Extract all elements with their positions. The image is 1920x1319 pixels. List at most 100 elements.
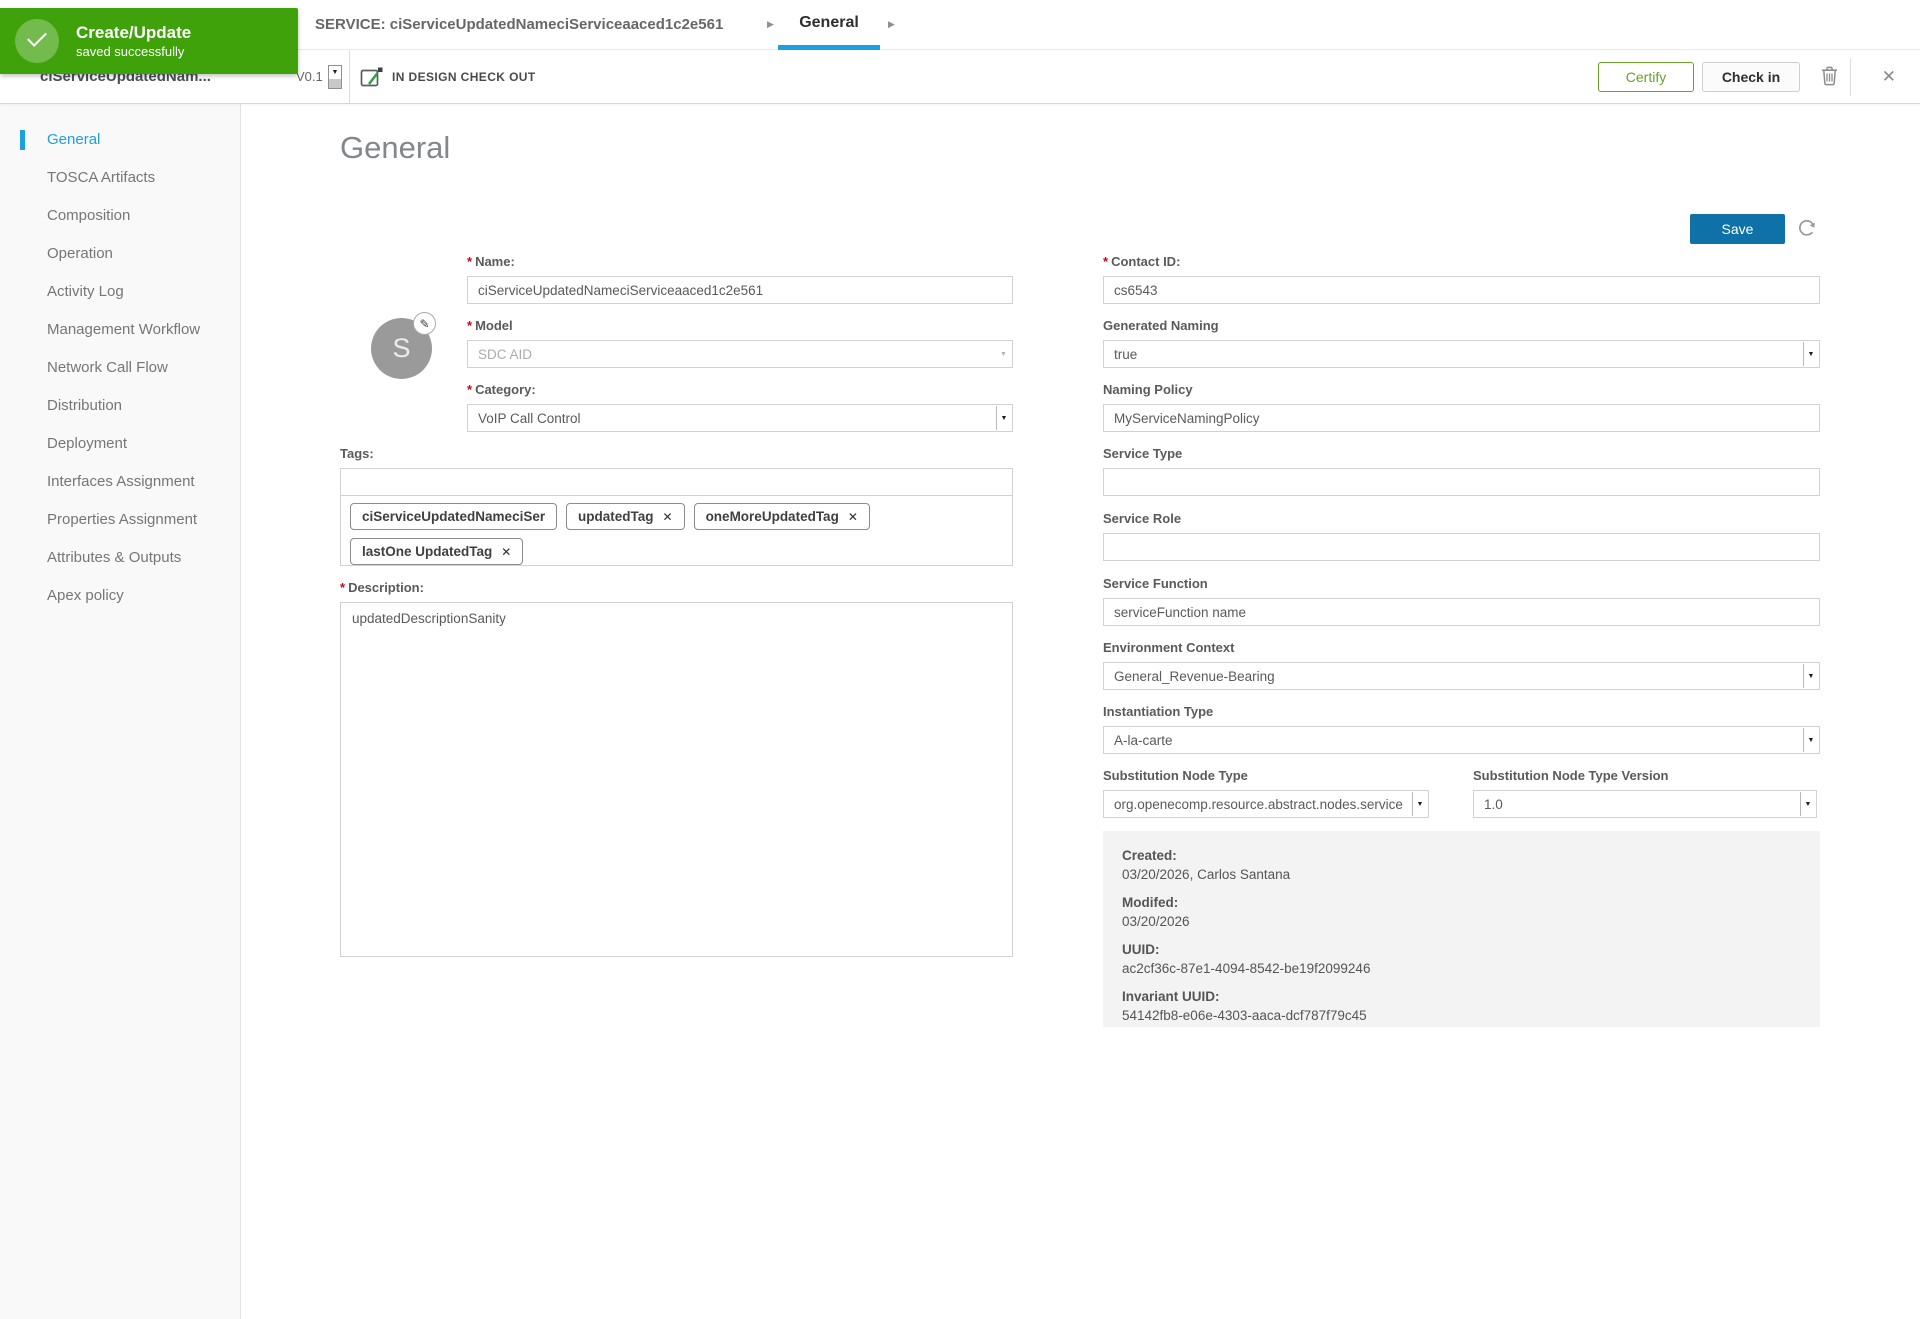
substitution-node-type-version-label: Substitution Node Type Version: [1473, 768, 1669, 783]
naming-policy-label: Naming Policy: [1103, 382, 1193, 397]
sidebar: General TOSCA Artifacts Composition Oper…: [0, 104, 241, 1319]
substitution-node-type-field-group: Substitution Node Type org.openecomp.res…: [1103, 768, 1429, 818]
naming-policy-field-group: Naming Policy: [1103, 382, 1820, 432]
chevron-down-icon: ▼: [1803, 728, 1818, 752]
required-asterisk: *: [467, 382, 473, 397]
save-button[interactable]: Save: [1690, 214, 1785, 244]
tags-chip-list: ciServiceUpdatedNameciServic... updatedT…: [340, 495, 1013, 566]
edit-avatar-icon[interactable]: ✎: [413, 312, 436, 335]
required-asterisk: *: [467, 254, 473, 269]
required-asterisk: *: [1103, 254, 1109, 269]
contact-id-input[interactable]: [1103, 276, 1820, 304]
toast-title: Create/Update: [76, 23, 192, 42]
service-function-input[interactable]: [1103, 598, 1820, 626]
sidebar-item-composition[interactable]: Composition: [0, 197, 240, 235]
sidebar-item-management-workflow[interactable]: Management Workflow: [0, 311, 240, 349]
sidebar-item-general[interactable]: General: [0, 121, 240, 159]
metadata-box: Created: 03/20/2026, Carlos Santana Modi…: [1103, 831, 1820, 1027]
sidebar-item-apex-policy[interactable]: Apex policy: [0, 577, 240, 615]
active-indicator: [20, 130, 25, 150]
contact-id-label: Contact ID:: [1111, 254, 1181, 269]
sidebar-item-distribution[interactable]: Distribution: [0, 387, 240, 425]
uuid-info: UUID: ac2cf36c-87e1-4094-8542-be19f20992…: [1122, 940, 1801, 978]
avatar: S ✎: [371, 312, 436, 379]
invariant-uuid-info: Invariant UUID: 54142fb8-e06e-4303-aaca-…: [1122, 987, 1801, 1025]
sidebar-item-activity-log[interactable]: Activity Log: [0, 273, 240, 311]
instantiation-type-field-group: Instantiation Type A-la-carte ▼: [1103, 704, 1820, 754]
sidebar-item-network-call-flow[interactable]: Network Call Flow: [0, 349, 240, 387]
invariant-uuid-label: Invariant UUID:: [1122, 989, 1220, 1004]
tags-input[interactable]: [340, 468, 1013, 496]
required-asterisk: *: [340, 580, 346, 595]
checkout-icon: [360, 67, 384, 88]
instantiation-type-select[interactable]: A-la-carte ▼: [1103, 726, 1820, 754]
close-icon[interactable]: ✕: [1882, 50, 1896, 104]
naming-policy-input[interactable]: [1103, 404, 1820, 432]
success-toast[interactable]: Create/Update saved successfully: [0, 8, 298, 74]
sidebar-item-operation[interactable]: Operation: [0, 235, 240, 273]
chevron-down-icon: ▼: [996, 406, 1011, 430]
certify-button[interactable]: Certify: [1598, 62, 1694, 92]
tab-caret-icon: ▶: [888, 19, 895, 29]
chevron-down-icon: ▼: [1800, 792, 1815, 816]
substitution-node-type-version-select[interactable]: 1.0 ▼: [1473, 790, 1817, 818]
version-select[interactable]: ▼: [328, 65, 342, 89]
service-role-input[interactable]: [1103, 533, 1820, 561]
version-value: V0.1: [296, 69, 323, 84]
model-field-group: * Model SDC AID ▼: [467, 318, 1013, 368]
name-input[interactable]: [467, 276, 1013, 304]
service-type-input[interactable]: [1103, 468, 1820, 496]
modified-label: Modifed:: [1122, 895, 1179, 910]
tag-chip[interactable]: lastOne UpdatedTag ✕: [350, 538, 524, 565]
created-label: Created:: [1122, 848, 1177, 863]
sidebar-item-properties-assignment[interactable]: Properties Assignment: [0, 501, 240, 539]
category-field-group: * Category: VoIP Call Control ▼: [467, 382, 1013, 432]
delete-icon[interactable]: [1821, 66, 1838, 86]
tags-field-group: Tags: ciServiceUpdatedNameciServic... up…: [340, 446, 1013, 566]
generated-naming-label: Generated Naming: [1103, 318, 1219, 333]
main-content: General Save S ✎ *Name: *Model SDC AID ▼: [241, 104, 1920, 1319]
instantiation-type-label: Instantiation Type: [1103, 704, 1214, 719]
service-role-field-group: Service Role: [1103, 511, 1820, 561]
sidebar-item-tosca-artifacts[interactable]: TOSCA Artifacts: [0, 159, 240, 197]
breadcrumb-caret-icon: ▶: [767, 19, 774, 29]
tag-chip[interactable]: oneMoreUpdatedTag ✕: [693, 503, 870, 530]
tag-chip[interactable]: updatedTag ✕: [566, 503, 685, 530]
tags-label: Tags:: [340, 446, 374, 461]
subheader-divider: [349, 50, 350, 104]
uuid-value: ac2cf36c-87e1-4094-8542-be19f2099246: [1122, 961, 1371, 976]
invariant-uuid-value: 54142fb8-e06e-4303-aaca-dcf787f79c45: [1122, 1008, 1367, 1023]
name-label: Name:: [475, 254, 515, 269]
service-role-label: Service Role: [1103, 511, 1182, 526]
remove-tag-icon[interactable]: ✕: [663, 510, 673, 524]
description-label: Description:: [348, 580, 424, 595]
check-in-button[interactable]: Check in: [1702, 62, 1800, 92]
substitution-node-type-version-field-group: Substitution Node Type Version 1.0 ▼: [1473, 768, 1817, 818]
sidebar-item-attributes-outputs[interactable]: Attributes & Outputs: [0, 539, 240, 577]
refresh-icon[interactable]: [1797, 219, 1817, 239]
remove-tag-icon[interactable]: ✕: [848, 510, 858, 524]
category-select[interactable]: VoIP Call Control ▼: [467, 404, 1013, 432]
substitution-node-type-select[interactable]: org.openecomp.resource.abstract.nodes.se…: [1103, 790, 1429, 818]
model-select: SDC AID ▼: [467, 340, 1013, 368]
lifecycle-status: IN DESIGN CHECK OUT: [392, 70, 536, 84]
chevron-down-icon: ▼: [996, 342, 1011, 366]
required-asterisk: *: [467, 318, 473, 333]
tag-chip[interactable]: ciServiceUpdatedNameciServic...: [350, 503, 557, 530]
tab-general[interactable]: General: [778, 0, 880, 50]
tab-general-label: General: [799, 14, 859, 31]
name-field-group: * Name:: [467, 254, 1013, 304]
service-function-label: Service Function: [1103, 576, 1208, 591]
breadcrumb: SERVICE: ciServiceUpdatedNameciServiceaa…: [315, 16, 724, 33]
chevron-down-icon: ▼: [1412, 792, 1427, 816]
remove-tag-icon[interactable]: ✕: [501, 545, 511, 559]
description-textarea[interactable]: updatedDescriptionSanity: [340, 602, 1013, 957]
modified-value: 03/20/2026: [1122, 914, 1190, 929]
substitution-node-type-label: Substitution Node Type: [1103, 768, 1248, 783]
created-value: 03/20/2026, Carlos Santana: [1122, 867, 1291, 882]
sidebar-item-interfaces-assignment[interactable]: Interfaces Assignment: [0, 463, 240, 501]
generated-naming-select[interactable]: true ▼: [1103, 340, 1820, 368]
environment-context-select[interactable]: General_Revenue-Bearing ▼: [1103, 662, 1820, 690]
page-title: General: [340, 130, 451, 165]
sidebar-item-deployment[interactable]: Deployment: [0, 425, 240, 463]
